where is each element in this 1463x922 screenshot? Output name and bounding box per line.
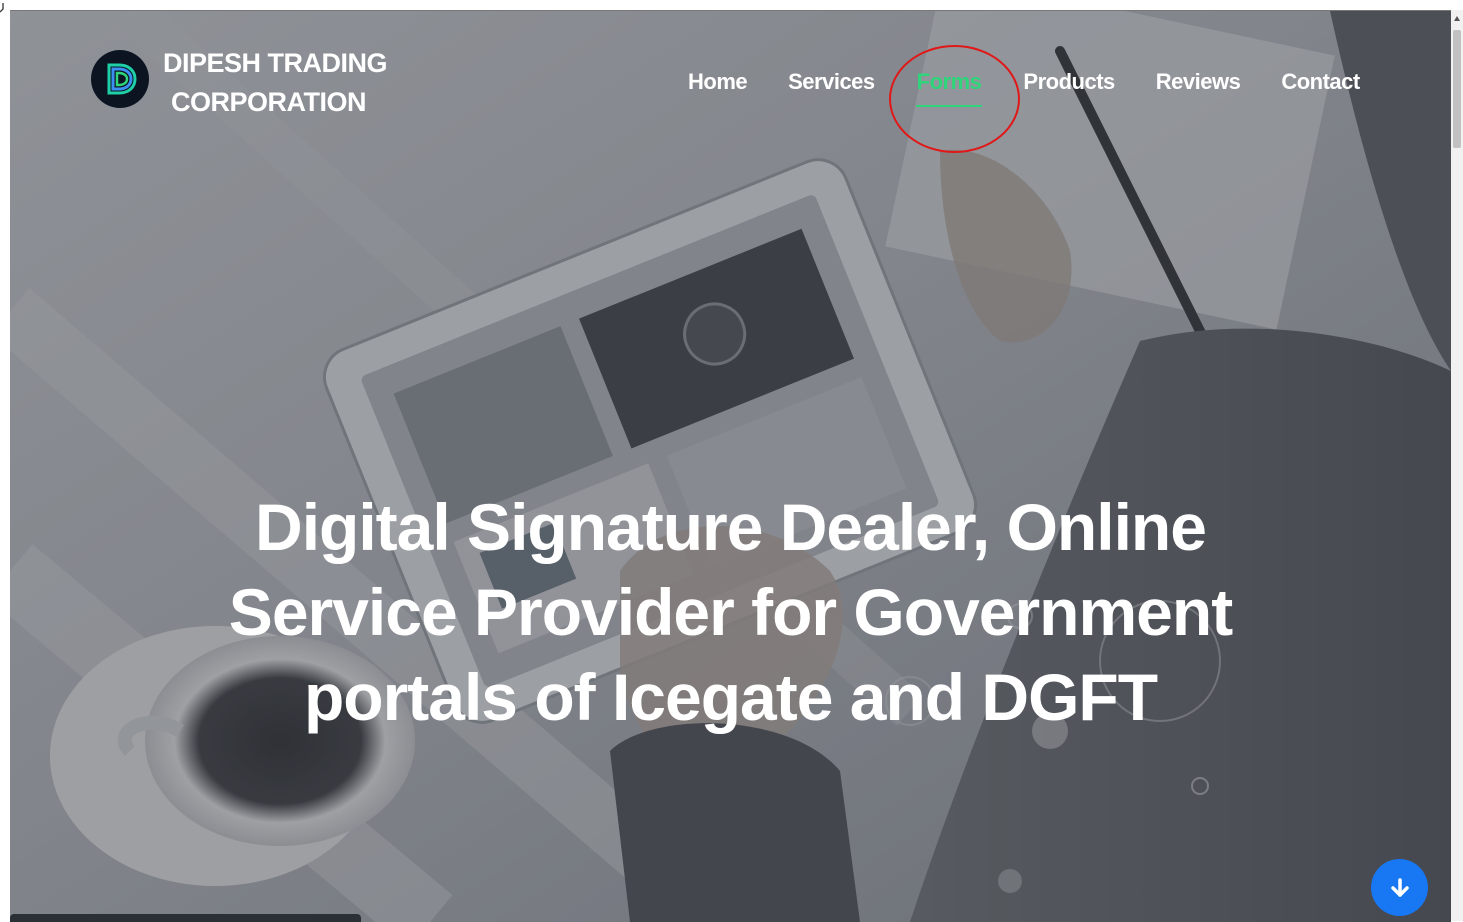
hero-line-2: Service Provider for Government — [228, 575, 1233, 650]
scroll-up-arrow-icon[interactable] — [1454, 16, 1460, 21]
page-scrollbar[interactable] — [1451, 10, 1463, 921]
hero-headline: Digital Signature Dealer, Online Service… — [10, 485, 1451, 740]
nav-home[interactable]: Home — [688, 67, 748, 107]
browser-viewport: DIPESH TRADING CORPORATION Home Services… — [10, 10, 1451, 922]
d-logo-icon[interactable] — [91, 50, 149, 108]
scrollbar-thumb[interactable] — [1453, 30, 1461, 148]
main-nav: Home Services Forms Products Reviews Con… — [688, 67, 1360, 107]
hero-line-1: Digital Signature Dealer, Online — [255, 490, 1207, 565]
brand-line-2: CORPORATION — [171, 87, 367, 117]
nav-reviews[interactable]: Reviews — [1156, 67, 1241, 107]
site-header: DIPESH TRADING CORPORATION Home Services… — [10, 11, 1451, 153]
nav-products[interactable]: Products — [1023, 67, 1115, 107]
nav-contact[interactable]: Contact — [1281, 67, 1360, 107]
brand-line-1: DIPESH TRADING — [163, 48, 388, 78]
scroll-down-button[interactable] — [1371, 859, 1428, 916]
nav-services[interactable]: Services — [788, 67, 875, 107]
arrow-down-icon — [1390, 877, 1409, 897]
hero-line-3: portals of Icegate and DGFT — [303, 660, 1158, 735]
corner-mark — [0, 0, 12, 13]
brand-name[interactable]: DIPESH TRADING CORPORATION — [163, 44, 388, 122]
annotation-circle — [889, 45, 1020, 153]
